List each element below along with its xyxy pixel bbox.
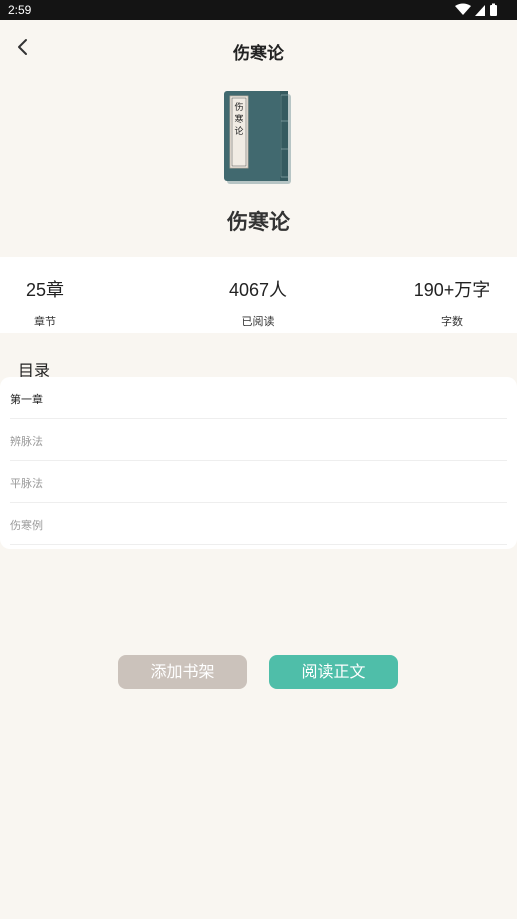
toc-item[interactable]: 第一章 [10,377,507,419]
toc-item-label: 伤寒例 [10,519,43,532]
toc-list: 第一章 辨脉法 平脉法 伤寒例 [0,377,517,549]
stat-chapters: 25章 章节 [0,257,110,333]
add-to-shelf-button[interactable]: 添加书架 [118,655,247,689]
cover-char-2: 寒 [234,113,243,125]
stat-value: 25章 [25,280,65,300]
toc-item-label: 平脉法 [10,477,43,490]
status-icons [455,3,497,16]
toc-item-label: 辨脉法 [10,435,43,448]
stat-value: 4067人 [228,280,288,300]
status-time: 2:59 [8,3,32,17]
book-stats: 25章 章节 4067人 已阅读 190+万字 字数 [0,257,517,333]
cover-char-1: 伤 [234,101,243,113]
status-bar: 2:59 [0,0,517,20]
signal-icon [475,5,485,16]
toc-item-label: 第一章 [10,393,43,406]
stat-readers: 4067人 已阅读 [193,257,323,333]
page-title: 伤寒论 [233,44,284,64]
wifi-icon [455,3,471,15]
stat-label: 已阅读 [241,315,275,328]
stat-word-count: 190+万字 字数 [387,257,517,333]
toc-item[interactable]: 伤寒例 [10,503,507,545]
book-cover-image: 伤 寒 论 [224,91,291,184]
stat-label: 章节 [34,315,56,328]
battery-icon [490,5,497,16]
app-bar: 伤寒论 [0,20,517,76]
read-text-button[interactable]: 阅读正文 [269,655,398,689]
toc-item[interactable]: 平脉法 [10,461,507,503]
book-title: 伤寒论 [227,210,290,234]
toc-item[interactable]: 辨脉法 [10,419,507,461]
stat-label: 字数 [441,315,463,328]
cover-char-3: 论 [234,125,243,137]
stat-value: 190+万字 [413,280,491,300]
